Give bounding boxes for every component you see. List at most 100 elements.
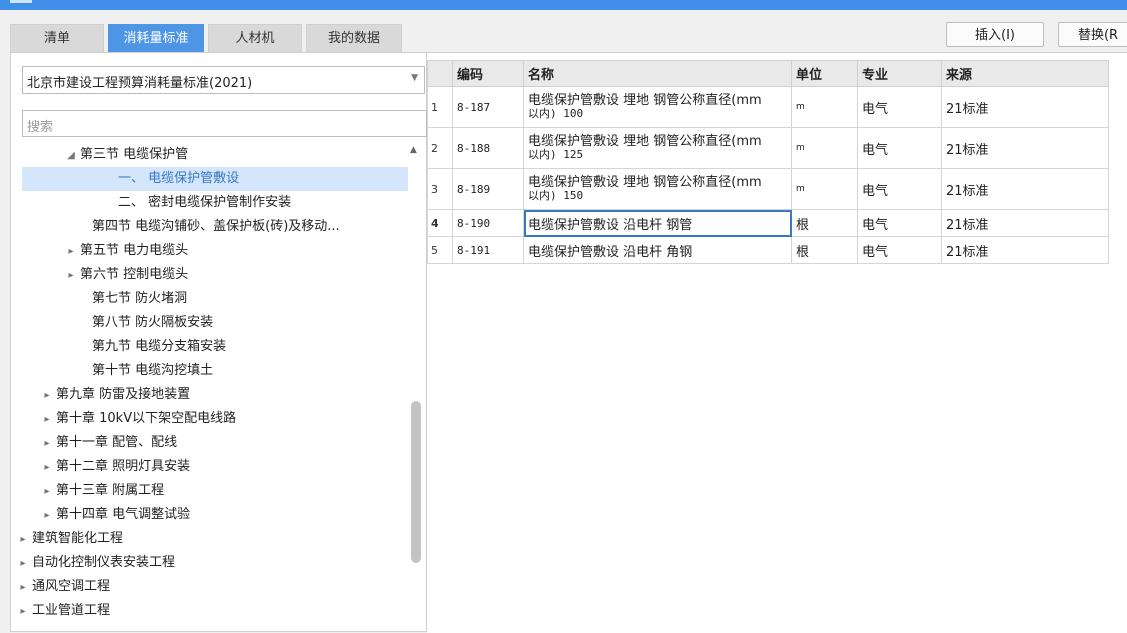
cell-code[interactable]: 8-187 bbox=[452, 86, 524, 128]
table-row[interactable]: 2 8-188 电缆保护管敷设 埋地 钢管公称直径(mm 以内) 125 m 电气 21标准 bbox=[427, 127, 1109, 169]
tree-node[interactable]: ▸ 第九章 防雷及接地装置 bbox=[38, 383, 190, 407]
cell-code[interactable]: 8-191 bbox=[452, 236, 524, 264]
cell-source[interactable]: 21标准 bbox=[941, 236, 1109, 264]
tree-node[interactable]: 第八节 防火隔板安装 bbox=[92, 311, 213, 335]
table-row[interactable]: 5 8-191 电缆保护管敷设 沿电杆 角钢根电气 21标准 bbox=[427, 236, 1109, 264]
library-select[interactable]: 北京市建设工程预算消耗量标准(2021) ▼ bbox=[22, 66, 425, 94]
tree-node[interactable]: ▸ 通风空调工程 bbox=[14, 575, 110, 599]
tree-scrollbar[interactable]: ▲ bbox=[408, 145, 422, 633]
replace-button[interactable]: 替换(R bbox=[1058, 22, 1127, 47]
tree-node[interactable]: 二、 密封电缆保护管制作安装 bbox=[118, 191, 291, 215]
cell-unit[interactable]: 根 bbox=[791, 236, 858, 264]
table-row[interactable]: 1 8-187 电缆保护管敷设 埋地 钢管公称直径(mm 以内) 100 m 电气 21标准 bbox=[427, 86, 1109, 128]
cell-code[interactable]: 8-188 bbox=[452, 127, 524, 169]
collapse-icon[interactable]: ▸ bbox=[62, 264, 80, 288]
tree-node-label: 自动化控制仪表安装工程 bbox=[32, 555, 176, 570]
cell-name[interactable]: 电缆保护管敷设 埋地 钢管公称直径(mm 以内) 100 bbox=[523, 86, 792, 128]
tree-node-label: 第八节 防火隔板安装 bbox=[92, 315, 214, 330]
tree-node[interactable]: ▸ 第五节 电力电缆头 bbox=[62, 239, 188, 263]
cell-name[interactable]: 电缆保护管敷设 埋地 钢管公称直径(mm 以内) 150 bbox=[523, 168, 792, 210]
chapter-tree: ◢ 第三节 电缆保护管 一、 电缆保护管敷设 二、 密封电缆保护管制作安装 第四节 电缆… bbox=[20, 143, 408, 633]
collapse-icon[interactable]: ▸ bbox=[38, 504, 56, 528]
collapse-icon[interactable]: ▸ bbox=[38, 384, 56, 408]
collapse-icon[interactable]: ▸ bbox=[14, 600, 32, 624]
row-index[interactable]: 5 bbox=[427, 236, 453, 264]
tree-node[interactable]: 第十节 电缆沟挖填土 bbox=[92, 359, 213, 383]
cell-unit[interactable]: 根 bbox=[791, 209, 858, 237]
collapse-icon[interactable]: ▸ bbox=[38, 432, 56, 456]
cell-source[interactable]: 21标准 bbox=[941, 127, 1109, 169]
name-line-2: 以内) 150 bbox=[528, 189, 584, 202]
collapse-icon[interactable]: ▸ bbox=[38, 456, 56, 480]
collapse-icon[interactable]: ▸ bbox=[38, 480, 56, 504]
tree-node[interactable]: ▸ 工业管道工程 bbox=[14, 599, 110, 623]
tree-node[interactable]: ▸ 自动化控制仪表安装工程 bbox=[14, 551, 175, 575]
table-row[interactable]: 3 8-189 电缆保护管敷设 埋地 钢管公称直径(mm 以内) 150 m 电气 21标准 bbox=[427, 168, 1109, 210]
cell-major[interactable]: 电气 bbox=[857, 236, 942, 264]
tab-consumption-standard[interactable]: 消耗量标准 bbox=[108, 24, 204, 52]
cell-major[interactable]: 电气 bbox=[857, 209, 942, 237]
cell-code[interactable]: 8-190 bbox=[452, 209, 524, 237]
name-line-2: 以内) 125 bbox=[528, 148, 584, 161]
row-index[interactable]: 4 bbox=[427, 209, 453, 237]
row-index[interactable]: 1 bbox=[427, 86, 453, 128]
cell-unit[interactable]: m bbox=[791, 168, 858, 210]
header-major[interactable]: 专业 bbox=[857, 60, 942, 87]
tree-node-label: 第九章 防雷及接地装置 bbox=[56, 387, 191, 402]
chevron-down-icon[interactable]: ▼ bbox=[411, 73, 418, 83]
tree-node-label: 第十节 电缆沟挖填土 bbox=[92, 363, 214, 378]
expand-icon[interactable]: ◢ bbox=[62, 144, 80, 168]
tree-node-label: 第九节 电缆分支箱安装 bbox=[92, 339, 227, 354]
collapse-icon[interactable]: ▸ bbox=[14, 528, 32, 552]
tree-node[interactable]: 一、 电缆保护管敷设 bbox=[22, 167, 408, 191]
tab-bill[interactable]: 清单 bbox=[10, 24, 104, 52]
tree-node-label: 第七节 防火堵洞 bbox=[92, 291, 188, 306]
tree-node[interactable]: 第九节 电缆分支箱安装 bbox=[92, 335, 226, 359]
cell-name[interactable]: 电缆保护管敷设 埋地 钢管公称直径(mm 以内) 125 bbox=[523, 127, 792, 169]
cell-major[interactable]: 电气 bbox=[857, 86, 942, 128]
cell-source[interactable]: 21标准 bbox=[941, 209, 1109, 237]
cell-source[interactable]: 21标准 bbox=[941, 86, 1109, 128]
tree-node[interactable]: ▸ 第十三章 附属工程 bbox=[38, 479, 164, 503]
header-source[interactable]: 来源 bbox=[941, 60, 1109, 87]
collapse-icon[interactable]: ▸ bbox=[38, 408, 56, 432]
insert-button[interactable]: 插入(I) bbox=[946, 22, 1044, 47]
tree-node[interactable]: 第四节 电缆沟铺砂、盖保护板(砖)及移动... bbox=[92, 215, 340, 239]
cell-unit[interactable]: m bbox=[791, 127, 858, 169]
tree-node-label: 第十四章 电气调整试验 bbox=[56, 507, 191, 522]
quota-table: 编码 名称 单位 专业 来源 1 8-187 电缆保护管敷设 埋地 钢管公称直径(m… bbox=[427, 60, 1109, 264]
tab-my-data[interactable]: 我的数据 bbox=[306, 24, 402, 52]
cell-major[interactable]: 电气 bbox=[857, 127, 942, 169]
tree-node[interactable]: ▸ 第六节 控制电缆头 bbox=[62, 263, 188, 287]
left-panel: 北京市建设工程预算消耗量标准(2021) ▼ 搜索 ◢ 第三节 电缆保护管 一、 电… bbox=[10, 52, 427, 632]
cell-source[interactable]: 21标准 bbox=[941, 168, 1109, 210]
header-code[interactable]: 编码 bbox=[452, 60, 524, 87]
header-unit[interactable]: 单位 bbox=[791, 60, 858, 87]
tree-node[interactable]: ▸ 第十二章 照明灯具安装 bbox=[38, 455, 190, 479]
collapse-icon[interactable]: ▸ bbox=[14, 552, 32, 576]
tree-node-label: 通风空调工程 bbox=[32, 579, 111, 594]
cell-name[interactable]: 电缆保护管敷设 沿电杆 角钢 bbox=[523, 236, 792, 264]
cell-name[interactable]: 电缆保护管敷设 沿电杆 钢管 bbox=[523, 209, 792, 237]
cell-unit[interactable]: m bbox=[791, 86, 858, 128]
scrollbar-thumb[interactable] bbox=[411, 401, 421, 563]
collapse-icon[interactable]: ▸ bbox=[62, 240, 80, 264]
header-name[interactable]: 名称 bbox=[523, 60, 792, 87]
row-index[interactable]: 2 bbox=[427, 127, 453, 169]
cell-code[interactable]: 8-189 bbox=[452, 168, 524, 210]
tree-node-label: 第五节 电力电缆头 bbox=[80, 243, 189, 258]
scroll-up-icon[interactable]: ▲ bbox=[410, 145, 417, 155]
table-row[interactable]: 4 8-190 电缆保护管敷设 沿电杆 钢管根电气 21标准 bbox=[427, 209, 1109, 237]
tree-node[interactable]: ▸ 第十一章 配管、配线 bbox=[38, 431, 177, 455]
tree-node[interactable]: 第七节 防火堵洞 bbox=[92, 287, 187, 311]
tab-labor-material-machine[interactable]: 人材机 bbox=[208, 24, 302, 52]
cell-major[interactable]: 电气 bbox=[857, 168, 942, 210]
tree-node[interactable]: ▸ 建筑智能化工程 bbox=[14, 527, 123, 551]
row-index[interactable]: 3 bbox=[427, 168, 453, 210]
tree-node[interactable]: ▸ 第十四章 电气调整试验 bbox=[38, 503, 190, 527]
tree-node[interactable]: ◢ 第三节 电缆保护管 bbox=[62, 143, 188, 167]
collapse-icon[interactable]: ▸ bbox=[14, 576, 32, 600]
tree-node[interactable]: ▸ 第十章 10kV以下架空配电线路 bbox=[38, 407, 236, 431]
tree-node-label: 第十章 10kV以下架空配电线路 bbox=[56, 411, 237, 426]
search-input[interactable]: 搜索 bbox=[22, 110, 427, 137]
